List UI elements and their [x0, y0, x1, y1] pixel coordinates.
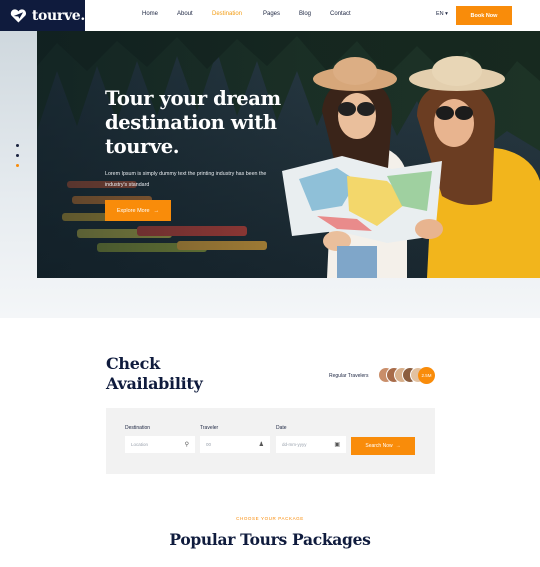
arrow-right-icon: → [153, 207, 160, 214]
search-now-label: Search Now [365, 443, 393, 449]
calendar-icon: ▣ [334, 442, 340, 448]
availability-title-line2: Availability [106, 374, 203, 393]
traveler-label: Traveler [200, 425, 219, 431]
date-label: Date [276, 425, 287, 431]
regular-travelers-label: Regular Travelers [329, 373, 369, 379]
explore-more-label: Explore More [116, 207, 150, 214]
hero-subtitle: Lorem Ipsum is simply dummy text the pri… [105, 171, 267, 188]
slider-dot-2[interactable] [16, 154, 19, 157]
popular-kicker: CHOOSE YOUR PACKAGE [236, 516, 304, 521]
nav-home[interactable]: Home [142, 11, 158, 17]
nav-about[interactable]: About [177, 11, 193, 17]
slider-dot-1[interactable] [16, 144, 19, 147]
traveler-placeholder: 00 [206, 442, 212, 447]
destination-label: Destination [125, 425, 151, 431]
users-icon: ♟ [258, 442, 264, 448]
nav-blog[interactable]: Blog [299, 11, 311, 17]
availability-search-form: Destination Location ⚲ Traveler 00 ♟ Dat… [106, 408, 435, 474]
map-pin-icon: ⚲ [184, 442, 189, 448]
travelers-count-badge: 2.5M [418, 367, 435, 384]
availability-title-line1: Check [106, 354, 160, 373]
language-label: EN [436, 11, 444, 17]
main-nav: Home About Destination Pages Blog Contac… [85, 0, 540, 31]
explore-more-button[interactable]: Explore More → [105, 200, 171, 221]
nav-contact[interactable]: Contact [330, 11, 351, 17]
availability-title: Check Availability [106, 354, 203, 394]
brand-name: tourve. [31, 7, 85, 24]
search-now-button[interactable]: Search Now → [351, 437, 415, 455]
destination-placeholder: Location [131, 442, 149, 447]
date-field[interactable]: dd-mm-yyyy ▣ [276, 436, 346, 453]
book-now-button[interactable]: Book Now [456, 6, 512, 25]
popular-title: Popular Tours Packages [169, 530, 371, 549]
nav-pages[interactable]: Pages [263, 11, 280, 17]
logo[interactable]: tourve. [0, 0, 85, 31]
plane-heart-logo-icon [10, 8, 26, 23]
slider-dots [16, 144, 19, 174]
slider-dot-3[interactable] [16, 164, 19, 167]
arrow-right-icon: → [395, 443, 401, 449]
traveler-field[interactable]: 00 ♟ [200, 436, 270, 453]
date-placeholder: dd-mm-yyyy [282, 442, 307, 447]
nav-destination[interactable]: Destination [212, 11, 242, 17]
language-selector[interactable]: EN ▾ [436, 11, 448, 17]
hero-title: Tour your dream destination with tourve. [105, 87, 281, 158]
destination-field[interactable]: Location ⚲ [125, 436, 195, 453]
chevron-down-icon: ▾ [445, 11, 448, 17]
